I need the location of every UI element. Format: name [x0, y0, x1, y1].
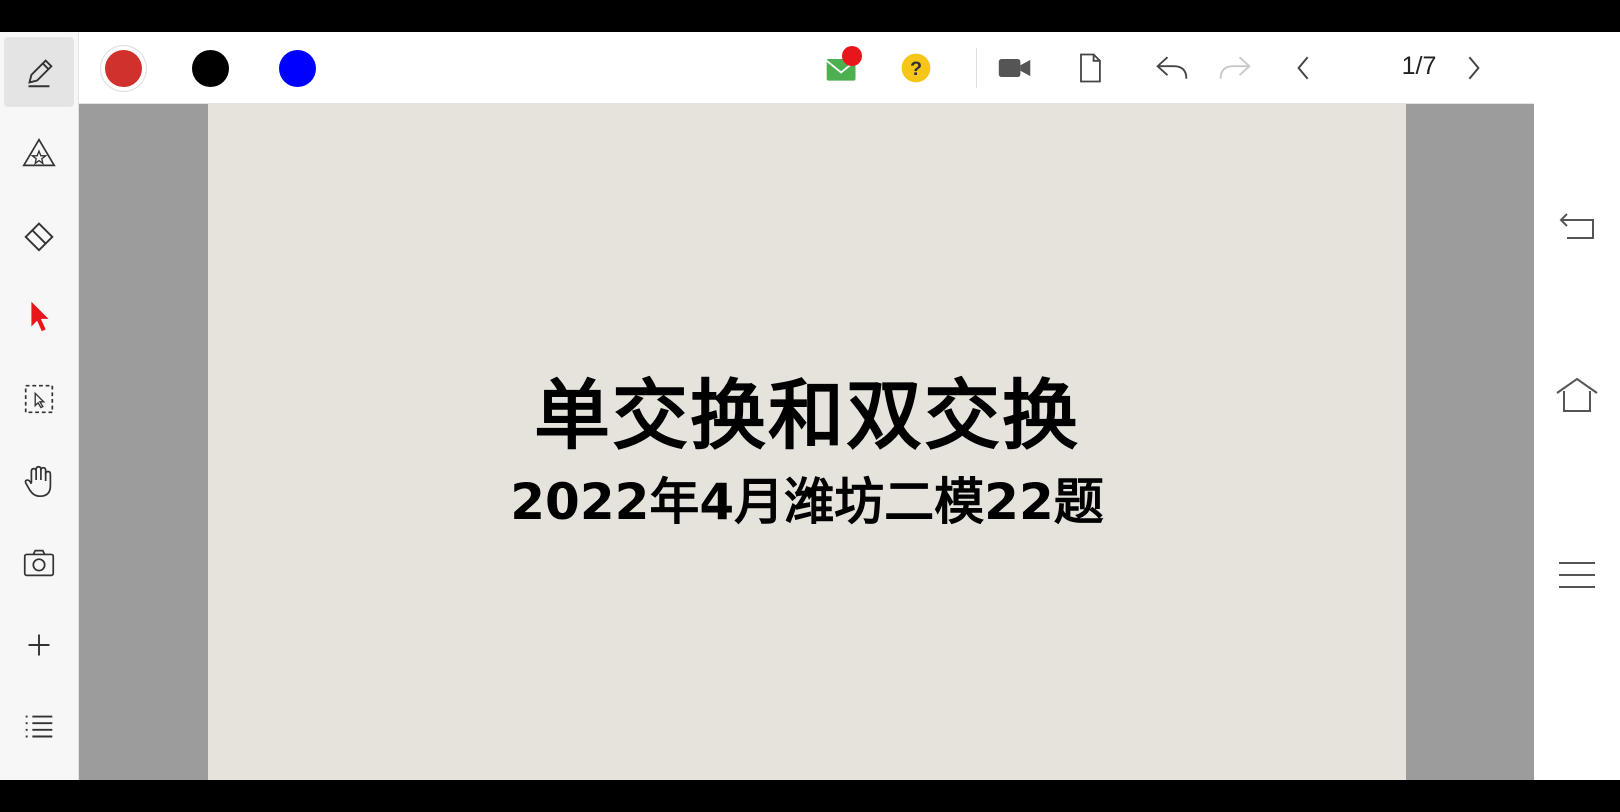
slide-title: 单交换和双交换 [534, 371, 1080, 460]
tool-sidebar [0, 32, 79, 780]
notification-badge [842, 46, 862, 66]
prev-page-button[interactable] [1282, 46, 1326, 90]
canvas-area[interactable]: 单交换和双交换 2022年4月潍坊二模22题 [79, 104, 1534, 780]
next-page-button[interactable] [1451, 46, 1495, 90]
back-icon [1559, 213, 1594, 239]
select-tool-button[interactable] [4, 364, 74, 434]
video-button[interactable] [993, 46, 1037, 90]
menu-button[interactable] [1552, 550, 1602, 600]
system-nav-panel [1534, 32, 1620, 780]
toolbar-divider [976, 48, 977, 88]
next-page-icon [1468, 56, 1480, 80]
plus-icon [28, 634, 50, 656]
page-icon [1080, 53, 1101, 83]
page-button[interactable] [1068, 46, 1112, 90]
color-black-swatch[interactable] [192, 50, 229, 87]
page-counter: 1/7 [1401, 52, 1437, 80]
prev-page-icon [1297, 56, 1309, 80]
red-cursor-icon [31, 301, 49, 332]
video-icon [998, 59, 1031, 77]
shape-tool-button[interactable] [4, 118, 74, 188]
help-button[interactable]: ? [894, 46, 938, 90]
eraser-icon [24, 222, 54, 252]
slide[interactable]: 单交换和双交换 2022年4月潍坊二模22题 [208, 104, 1406, 780]
add-tool-button[interactable] [4, 610, 74, 680]
undo-button[interactable] [1150, 46, 1194, 90]
back-button[interactable] [1552, 203, 1602, 253]
undo-icon [1156, 56, 1188, 79]
menu-icon [1559, 562, 1595, 588]
redo-button[interactable] [1213, 46, 1257, 90]
svg-text:?: ? [910, 58, 922, 80]
pointer-tool-button[interactable] [4, 282, 74, 352]
redo-icon [1219, 56, 1251, 79]
list-icon [25, 715, 53, 738]
color-blue-swatch[interactable] [279, 50, 316, 87]
dashed-select-icon [24, 384, 54, 414]
screenshot-tool-button[interactable] [4, 528, 74, 598]
color-red-swatch[interactable] [105, 50, 142, 87]
home-icon [1556, 377, 1598, 412]
help-icon: ? [901, 53, 931, 83]
camera-icon [23, 549, 55, 577]
shape-magic-icon [22, 138, 56, 167]
top-toolbar: ? 1/7 [79, 32, 1534, 104]
pencil-icon [28, 59, 53, 88]
mail-button[interactable] [820, 46, 864, 90]
list-tool-button[interactable] [4, 692, 74, 762]
pen-tool-button[interactable] [4, 37, 74, 107]
home-button[interactable] [1552, 370, 1602, 420]
pan-tool-button[interactable] [4, 446, 74, 516]
hand-icon [24, 465, 52, 498]
eraser-tool-button[interactable] [4, 200, 74, 270]
whiteboard-app: ? 1/7 单交换和双交换 2022年4月潍坊二模22题 [0, 32, 1620, 780]
slide-subtitle: 2022年4月潍坊二模22题 [510, 473, 1104, 531]
